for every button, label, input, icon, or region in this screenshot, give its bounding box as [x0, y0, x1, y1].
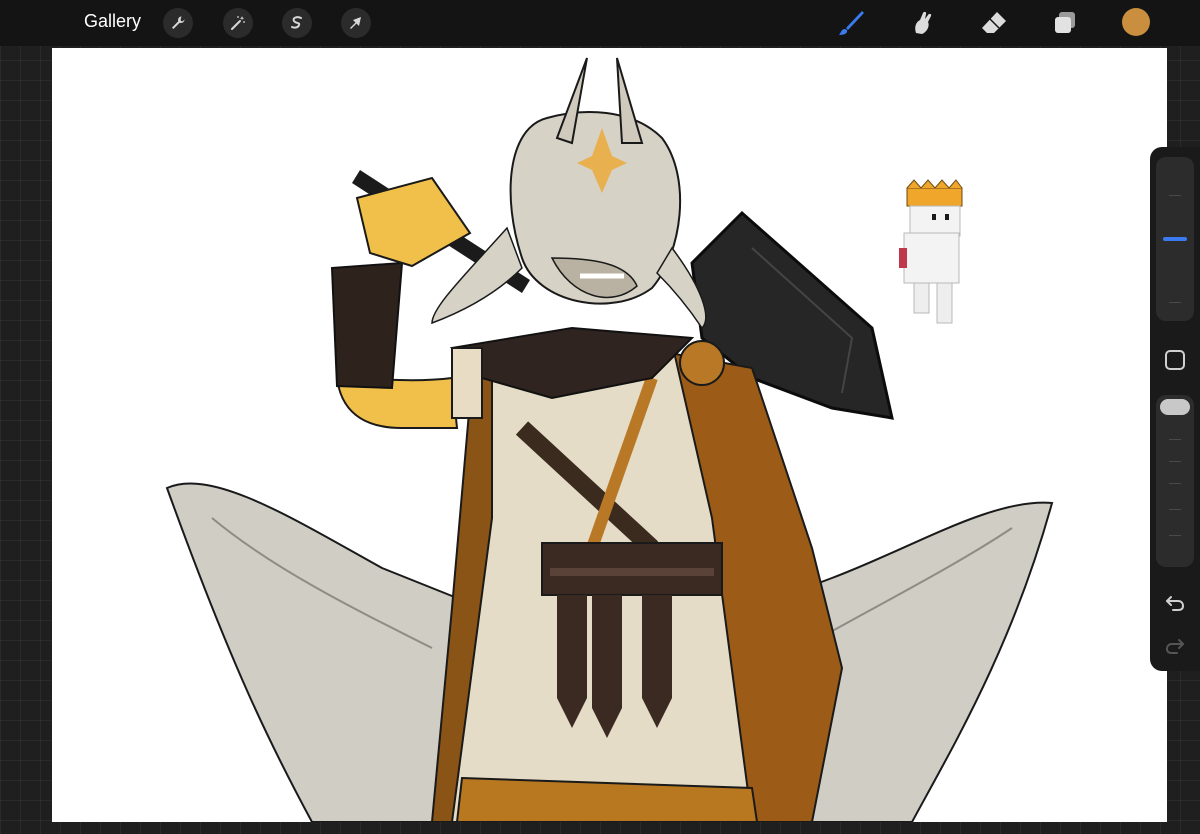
transform-button[interactable]	[341, 8, 371, 38]
slider-tick	[1169, 195, 1181, 196]
right-sidebar	[1150, 147, 1200, 671]
top-toolbar: Gallery	[0, 0, 1200, 46]
eraser-tool[interactable]	[977, 6, 1011, 40]
brush-size-handle[interactable]	[1163, 237, 1187, 241]
transform-arrow-icon	[350, 17, 361, 29]
brush-icon	[839, 11, 864, 35]
redo-icon	[1165, 639, 1184, 654]
smudge-icon	[915, 11, 932, 34]
selection-button[interactable]	[282, 8, 312, 38]
slider-tick	[1169, 302, 1181, 303]
modify-button[interactable]	[1162, 347, 1188, 373]
layers-button[interactable]	[1048, 6, 1082, 40]
modify-square-icon	[1165, 350, 1185, 370]
undo-icon	[1166, 596, 1185, 611]
redo-button[interactable]	[1162, 633, 1188, 659]
opacity-handle[interactable]	[1160, 399, 1190, 415]
eraser-icon	[982, 12, 1006, 33]
artwork	[165, 57, 1054, 822]
selection-icon	[291, 16, 302, 29]
actions-button[interactable]	[163, 8, 193, 38]
brush-tool[interactable]	[834, 6, 868, 40]
opacity-slider[interactable]	[1156, 395, 1194, 567]
smudge-tool[interactable]	[905, 6, 939, 40]
slider-tick	[1169, 483, 1181, 484]
slider-tick	[1169, 461, 1181, 462]
magic-wand-icon	[231, 16, 245, 30]
layers-icon	[1055, 12, 1075, 33]
slider-tick	[1169, 509, 1181, 510]
brush-size-slider[interactable]	[1156, 157, 1194, 321]
color-swatch-button[interactable]	[1122, 8, 1150, 36]
drawing-canvas[interactable]	[52, 48, 1167, 822]
undo-button[interactable]	[1162, 590, 1188, 616]
slider-tick	[1169, 535, 1181, 536]
slider-tick	[1169, 439, 1181, 440]
wrench-icon	[172, 16, 185, 29]
gallery-button[interactable]: Gallery	[84, 11, 141, 32]
adjustments-button[interactable]	[223, 8, 253, 38]
